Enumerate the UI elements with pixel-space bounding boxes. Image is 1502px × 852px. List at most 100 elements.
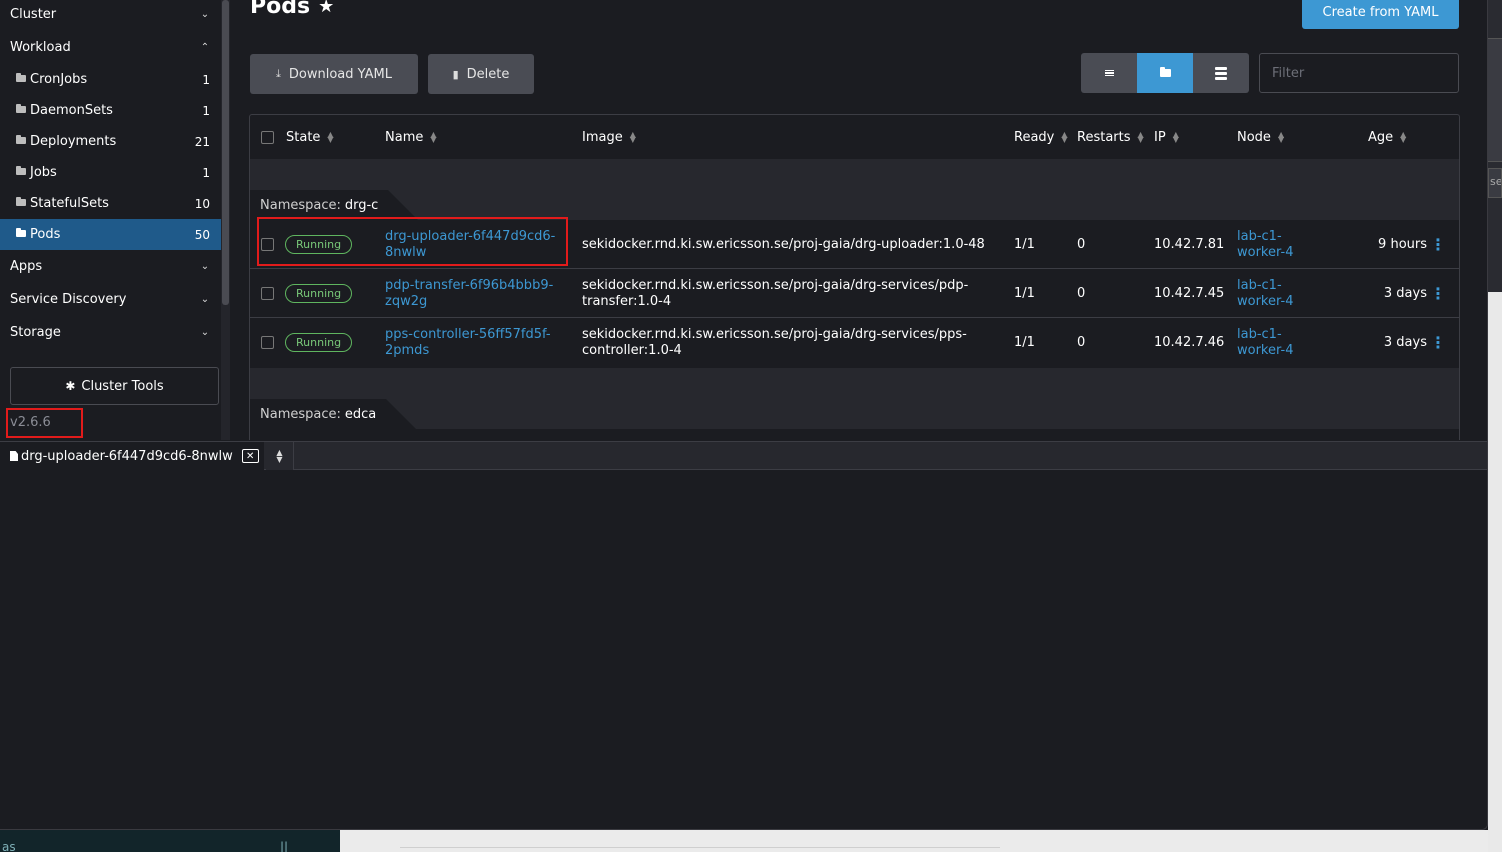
row-checkbox[interactable] (261, 287, 274, 300)
group-by-node-button[interactable] (1193, 53, 1249, 93)
row-actions-icon[interactable]: ⋮ (1430, 220, 1446, 269)
sort-icon: ▲ ▼ (1137, 130, 1144, 144)
sidebar-item-jobs[interactable]: Jobs 1 (0, 157, 221, 188)
node-link[interactable]: lab-c1-worker-4 (1237, 269, 1307, 318)
image-cell: sekidocker.rnd.ki.sw.ericsson.se/proj-ga… (582, 277, 969, 309)
sidebar-group-cluster[interactable]: Cluster ⌄ (0, 0, 221, 31)
chevron-down-icon: ⌄ (200, 294, 210, 305)
column-label: Age (1368, 129, 1394, 145)
table-row: Running pdp-transfer-6f96b4bbb9-zqw2g se… (250, 269, 1459, 318)
sidebar-item-daemonsets[interactable]: DaemonSets 1 (0, 95, 221, 126)
download-yaml-button[interactable]: ⤓ Download YAML (250, 54, 418, 94)
folder-icon (16, 135, 26, 144)
filter-input[interactable] (1259, 53, 1459, 93)
page-title: Pods ★ (250, 0, 334, 19)
restarts-cell: 0 (1077, 335, 1086, 350)
row-actions-icon[interactable]: ⋮ (1430, 318, 1446, 367)
sidebar-scrollbar[interactable] (221, 0, 230, 440)
sidebar-group-label: Workload (10, 40, 71, 55)
highlight-box (6, 408, 83, 438)
sidebar-group-workload[interactable]: Workload ⌃ (0, 31, 221, 64)
cluster-tools-label: Cluster Tools (81, 378, 164, 394)
folder-icon (16, 73, 26, 82)
select-all-checkbox[interactable] (261, 130, 274, 144)
expand-dock-button[interactable]: ▲ ▼ (266, 442, 294, 470)
namespace-prefix: Namespace: (260, 406, 341, 422)
column-header-node[interactable]: Node ▲ ▼ (1237, 115, 1284, 159)
sort-icon: ▲ ▼ (1400, 130, 1407, 144)
column-header-restarts[interactable]: Restarts ▲ ▼ (1077, 115, 1144, 159)
highlight-box (257, 217, 568, 266)
pod-name-link[interactable]: pps-controller-56ff57fd5f-2pmds (385, 318, 565, 367)
row-checkbox[interactable] (261, 336, 274, 349)
view-mode-toggle (1081, 53, 1249, 93)
sidebar-group-apps[interactable]: Apps ⌄ (0, 250, 221, 283)
ready-cell: 1/1 (1014, 237, 1035, 252)
ready-cell: 1/1 (1014, 335, 1035, 350)
column-header-ip[interactable]: IP ▲ ▼ (1154, 115, 1179, 159)
delete-button[interactable]: ▮ Delete (428, 54, 534, 94)
sort-icon: ▲ ▼ (1172, 130, 1179, 144)
main-content: Pods ★ Create from YAML ⤓ Download YAML … (230, 0, 1487, 440)
dock-panel (0, 470, 1487, 829)
column-label: Name (385, 129, 424, 145)
state-cell: Running (285, 269, 353, 318)
column-header-name[interactable]: Name ▲ ▼ (385, 115, 437, 159)
ip-cell: 10.42.7.81 (1154, 237, 1225, 252)
background-divider (400, 847, 1000, 848)
namespace-name: edca (344, 406, 377, 422)
sidebar-item-count: 1 (202, 72, 210, 87)
page-title-text: Pods (250, 0, 311, 19)
image-cell: sekidocker.rnd.ki.sw.ericsson.se/proj-ga… (582, 236, 985, 252)
sort-icon: ▲ ▼ (1277, 130, 1285, 144)
column-header-age[interactable]: Age ▲ ▼ (1368, 115, 1406, 159)
star-icon[interactable]: ★ (318, 0, 334, 17)
sidebar-item-count: 1 (202, 165, 210, 180)
folder-icon (16, 228, 26, 237)
flat-list-view-button[interactable] (1081, 53, 1137, 93)
status-badge: Running (285, 284, 353, 303)
row-checkbox-cell (261, 318, 274, 367)
namespace-group-header: Namespace: drg-c (250, 159, 1459, 220)
close-icon[interactable]: ✕ (241, 449, 259, 463)
restarts-cell: 0 (1077, 286, 1086, 301)
node-link[interactable]: lab-c1-worker-4 (1237, 220, 1307, 269)
create-from-yaml-button[interactable]: Create from YAML (1302, 0, 1459, 29)
column-header-state[interactable]: State ▲ ▼ (261, 115, 334, 159)
sort-icon: ▲ ▼ (430, 130, 437, 144)
dock-tab[interactable]: drg-uploader-6f447d9cd6-8nwlw ✕ (0, 442, 264, 470)
sidebar-item-count: 10 (194, 196, 210, 211)
column-label: Ready (1014, 129, 1055, 145)
node-link[interactable]: lab-c1-worker-4 (1237, 318, 1307, 367)
dock-tab-label: drg-uploader-6f447d9cd6-8nwlw (21, 448, 233, 464)
screen: as || se Cluster ⌄ Workload ⌃ CronJobs 1… (0, 0, 1502, 852)
sidebar-group-storage[interactable]: Storage ⌄ (0, 316, 221, 349)
background-edge: se (1488, 0, 1502, 852)
dock-tab-bar: drg-uploader-6f447d9cd6-8nwlw ✕ ▲ ▼ (0, 441, 1487, 470)
state-cell: Running (285, 318, 353, 367)
namespace-group-header: Namespace: edca (250, 368, 1459, 429)
sidebar-item-pods[interactable]: Pods 50 (0, 219, 221, 250)
sidebar-item-label: StatefulSets (30, 196, 109, 211)
group-by-namespace-button[interactable] (1137, 53, 1193, 93)
sidebar-item-label: Jobs (30, 165, 57, 180)
sidebar-item-label: CronJobs (30, 72, 88, 87)
sidebar-item-statefulsets[interactable]: StatefulSets 10 (0, 188, 221, 219)
sidebar-item-deployments[interactable]: Deployments 21 (0, 126, 221, 157)
sidebar-group-service-discovery[interactable]: Service Discovery ⌄ (0, 283, 221, 316)
folder-icon (16, 104, 26, 113)
row-actions-icon[interactable]: ⋮ (1430, 269, 1446, 318)
sidebar-group-label: Storage (10, 325, 61, 340)
sidebar-item-cronjobs[interactable]: CronJobs 1 (0, 64, 221, 95)
column-header-ready[interactable]: Ready ▲ ▼ (1014, 115, 1068, 159)
cluster-tools-button[interactable]: ✱ Cluster Tools (10, 367, 219, 405)
delete-label: Delete (466, 66, 510, 82)
sort-icon: ▲ ▼ (1061, 130, 1068, 144)
sort-icon: ▲ ▼ (629, 130, 636, 144)
scrollbar-thumb[interactable] (222, 0, 229, 305)
pod-name-link[interactable]: pdp-transfer-6f96b4bbb9-zqw2g (385, 269, 565, 318)
column-label: Restarts (1077, 129, 1131, 145)
background-mark: || (280, 840, 289, 852)
ip-cell: 10.42.7.46 (1154, 335, 1225, 350)
column-header-image[interactable]: Image ▲ ▼ (582, 115, 636, 159)
